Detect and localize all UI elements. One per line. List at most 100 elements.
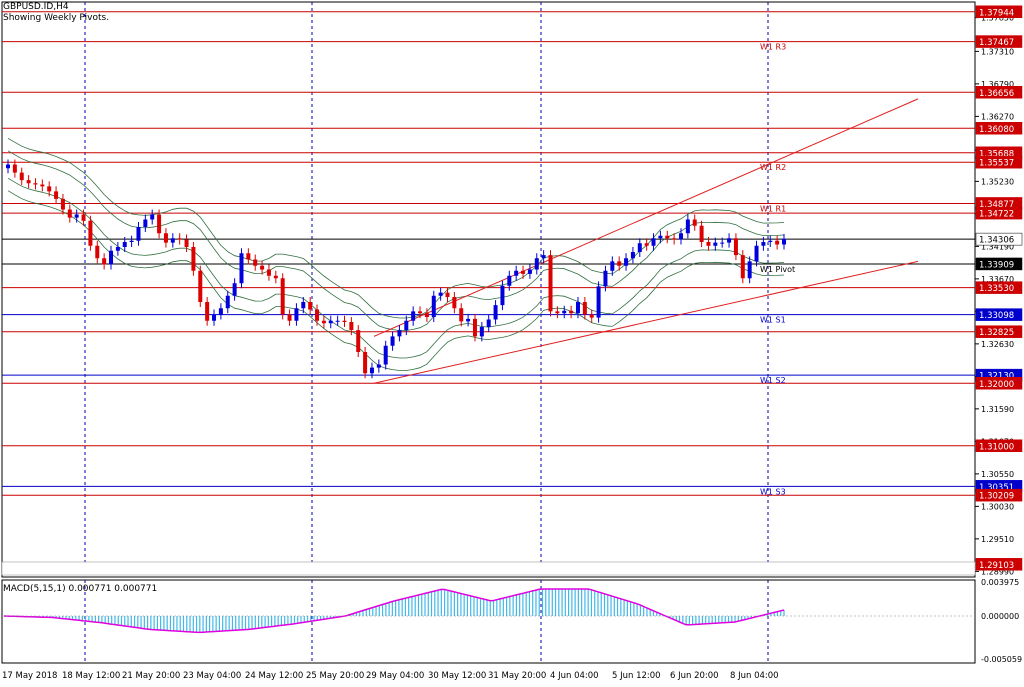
candle-body [88,220,93,246]
price-tick-label: 1.30550 [981,470,1014,479]
candle-body [260,265,265,270]
candle-body [541,255,546,259]
x-axis-label: 4 Jun 04:00 [550,671,599,681]
candle-body [754,245,759,262]
candle-body [33,183,38,185]
price-tick-label: 1.35230 [981,177,1014,186]
candle-body [390,336,395,346]
price-badge-text: 1.36656 [979,89,1014,99]
candle-body [67,209,72,218]
price-tick-label: 1.31590 [981,405,1014,414]
candle-body [115,247,120,251]
candle-body [266,269,271,276]
x-axis-label: 5 Jun 12:00 [612,671,661,681]
candle-body [678,233,683,240]
x-axis-label: 18 May 12:00 [62,671,120,681]
candle-body [452,297,457,309]
pivot-subtitle: Showing Weekly Pivots. [3,13,110,23]
candle-body [534,258,539,270]
candle-body [184,239,189,247]
candle-body [479,327,484,337]
price-badge-text: 1.32000 [979,380,1014,390]
symbol-title: GBPUSD.ID,H4 [3,2,69,12]
candle-body [644,243,649,246]
candle-body [589,314,594,318]
price-badge-text: 1.34722 [979,210,1014,220]
x-axis-label: 6 Jun 20:00 [670,671,719,681]
price-tick-label: 1.29510 [981,535,1014,544]
pivot-label: W1 R2 [760,163,786,172]
x-axis-label: 25 May 20:00 [306,671,364,681]
macd-axis-label: 0.000000 [981,612,1019,621]
price-badge-text: 1.36080 [979,125,1014,135]
candle-body [658,235,663,239]
candle-body [95,245,100,259]
candle-body [575,302,580,314]
candle-body [239,253,244,284]
candle-body [54,191,59,199]
price-badge-text: 1.33909 [979,260,1014,270]
candle-body [102,258,107,265]
candle-body [253,259,258,266]
candle-body [720,242,725,244]
candle-body [651,238,656,246]
candle-body [150,214,155,220]
candle-body [472,318,477,337]
candle-body [685,219,690,234]
candle-body [335,320,340,322]
candle-body [212,314,217,321]
candle-body [569,310,574,314]
candle-body [321,320,326,324]
pivot-label: W1 R1 [760,204,786,213]
x-axis-label: 8 Jun 04:00 [730,671,779,681]
candle-body [6,164,10,169]
candle-body [163,233,168,243]
candle-body [109,250,114,265]
candle-body [418,311,423,314]
candle-body [500,285,505,306]
candle-body [122,242,127,247]
candle-body [733,238,738,256]
candle-body [349,322,354,331]
price-chart[interactable]: W1 R3 W1 R2 W1 R1 W1 Pivot W1 S1 W1 S2 W1 S3 1.… [0,0,1024,683]
candle-body [617,261,622,266]
candle-body [610,261,615,271]
candle-body [308,302,313,310]
candle-body [445,292,450,297]
price-badge-text: 1.29103 [979,561,1014,571]
candle-body [198,270,203,302]
candle-body [665,235,670,239]
candle-body [280,278,285,315]
candle-body [383,345,388,365]
price-badge-text: 1.34306 [979,236,1014,246]
price-badge-text: 1.33530 [979,284,1014,294]
price-badge-text: 1.31000 [979,442,1014,452]
candle-body [342,320,347,322]
candle-body [555,311,560,314]
candle-body [782,238,786,245]
candle-body [60,198,65,210]
candle-body [713,242,718,246]
macd-signal-line [3,588,785,634]
x-axis-label: 31 May 20:00 [488,671,546,681]
price-tick-label: 1.30030 [981,502,1014,511]
price-badge-text: 1.32825 [979,328,1014,338]
x-axis-label: 17 May 2018 [2,671,57,681]
bollinger-band [7,137,785,319]
candle-body [727,238,732,243]
candle-body [397,330,402,337]
price-tick-label: 1.37310 [981,47,1014,56]
candle-body [692,219,697,226]
price-badge-text: 1.35537 [979,159,1014,169]
time-strip [1,561,976,576]
candle-body [521,270,526,274]
candle-body [246,253,251,260]
candle-body [672,238,677,240]
candle-body [12,164,17,173]
candle-body [315,309,320,321]
candle-body [26,180,31,184]
candle-body [81,214,86,221]
bollinger-band [7,177,785,359]
candle-body [431,295,436,317]
x-axis-label: 21 May 20:00 [122,671,180,681]
